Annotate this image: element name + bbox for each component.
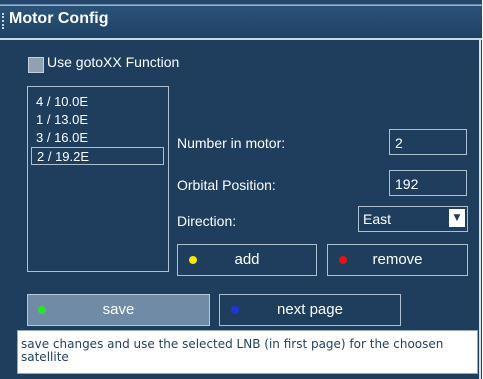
satellite-list-item[interactable]: 1 / 13.0E [31,111,164,129]
status-bar: save changes and use the selected LNB (i… [17,330,478,374]
satellite-list-item-selected[interactable]: 2 / 19.2E [31,147,164,165]
add-button[interactable]: add [177,244,317,276]
next-page-button[interactable]: next page [219,294,401,326]
number-in-motor-label: Number in motor: [177,135,286,151]
orbital-position-label: Orbital Position: [177,177,276,193]
number-in-motor-field[interactable]: 2 [389,129,467,155]
use-gotoxx-label: Use gotoXX Function [47,54,180,70]
window-title: Motor Config [9,10,109,27]
remove-button-label: remove [372,251,423,268]
motor-config-window: Motor Config Use gotoXX Function 4 / 10.… [0,0,482,379]
next-page-button-label: next page [277,301,343,318]
save-button-label: save [102,301,135,318]
direction-selected-value: East [363,211,392,227]
grip-icon [2,13,7,29]
satellite-list-item[interactable]: 4 / 10.0E [31,93,164,111]
use-gotoxx-checkbox[interactable] [28,57,44,73]
direction-label: Direction: [177,213,237,229]
save-button[interactable]: save [27,294,210,326]
title-bar: Motor Config [0,5,482,40]
direction-select[interactable]: East ▼ [358,206,468,232]
satellite-list[interactable]: 4 / 10.0E 1 / 13.0E 3 / 16.0E 2 / 19.2E [27,86,169,272]
satellite-list-item[interactable]: 3 / 16.0E [31,129,164,147]
orbital-position-field[interactable]: 192 [389,170,467,196]
status-text: save changes and use the selected LNB (i… [21,337,444,364]
remove-button[interactable]: remove [327,244,468,276]
chevron-down-icon[interactable]: ▼ [449,209,465,227]
add-button-label: add [234,251,260,268]
